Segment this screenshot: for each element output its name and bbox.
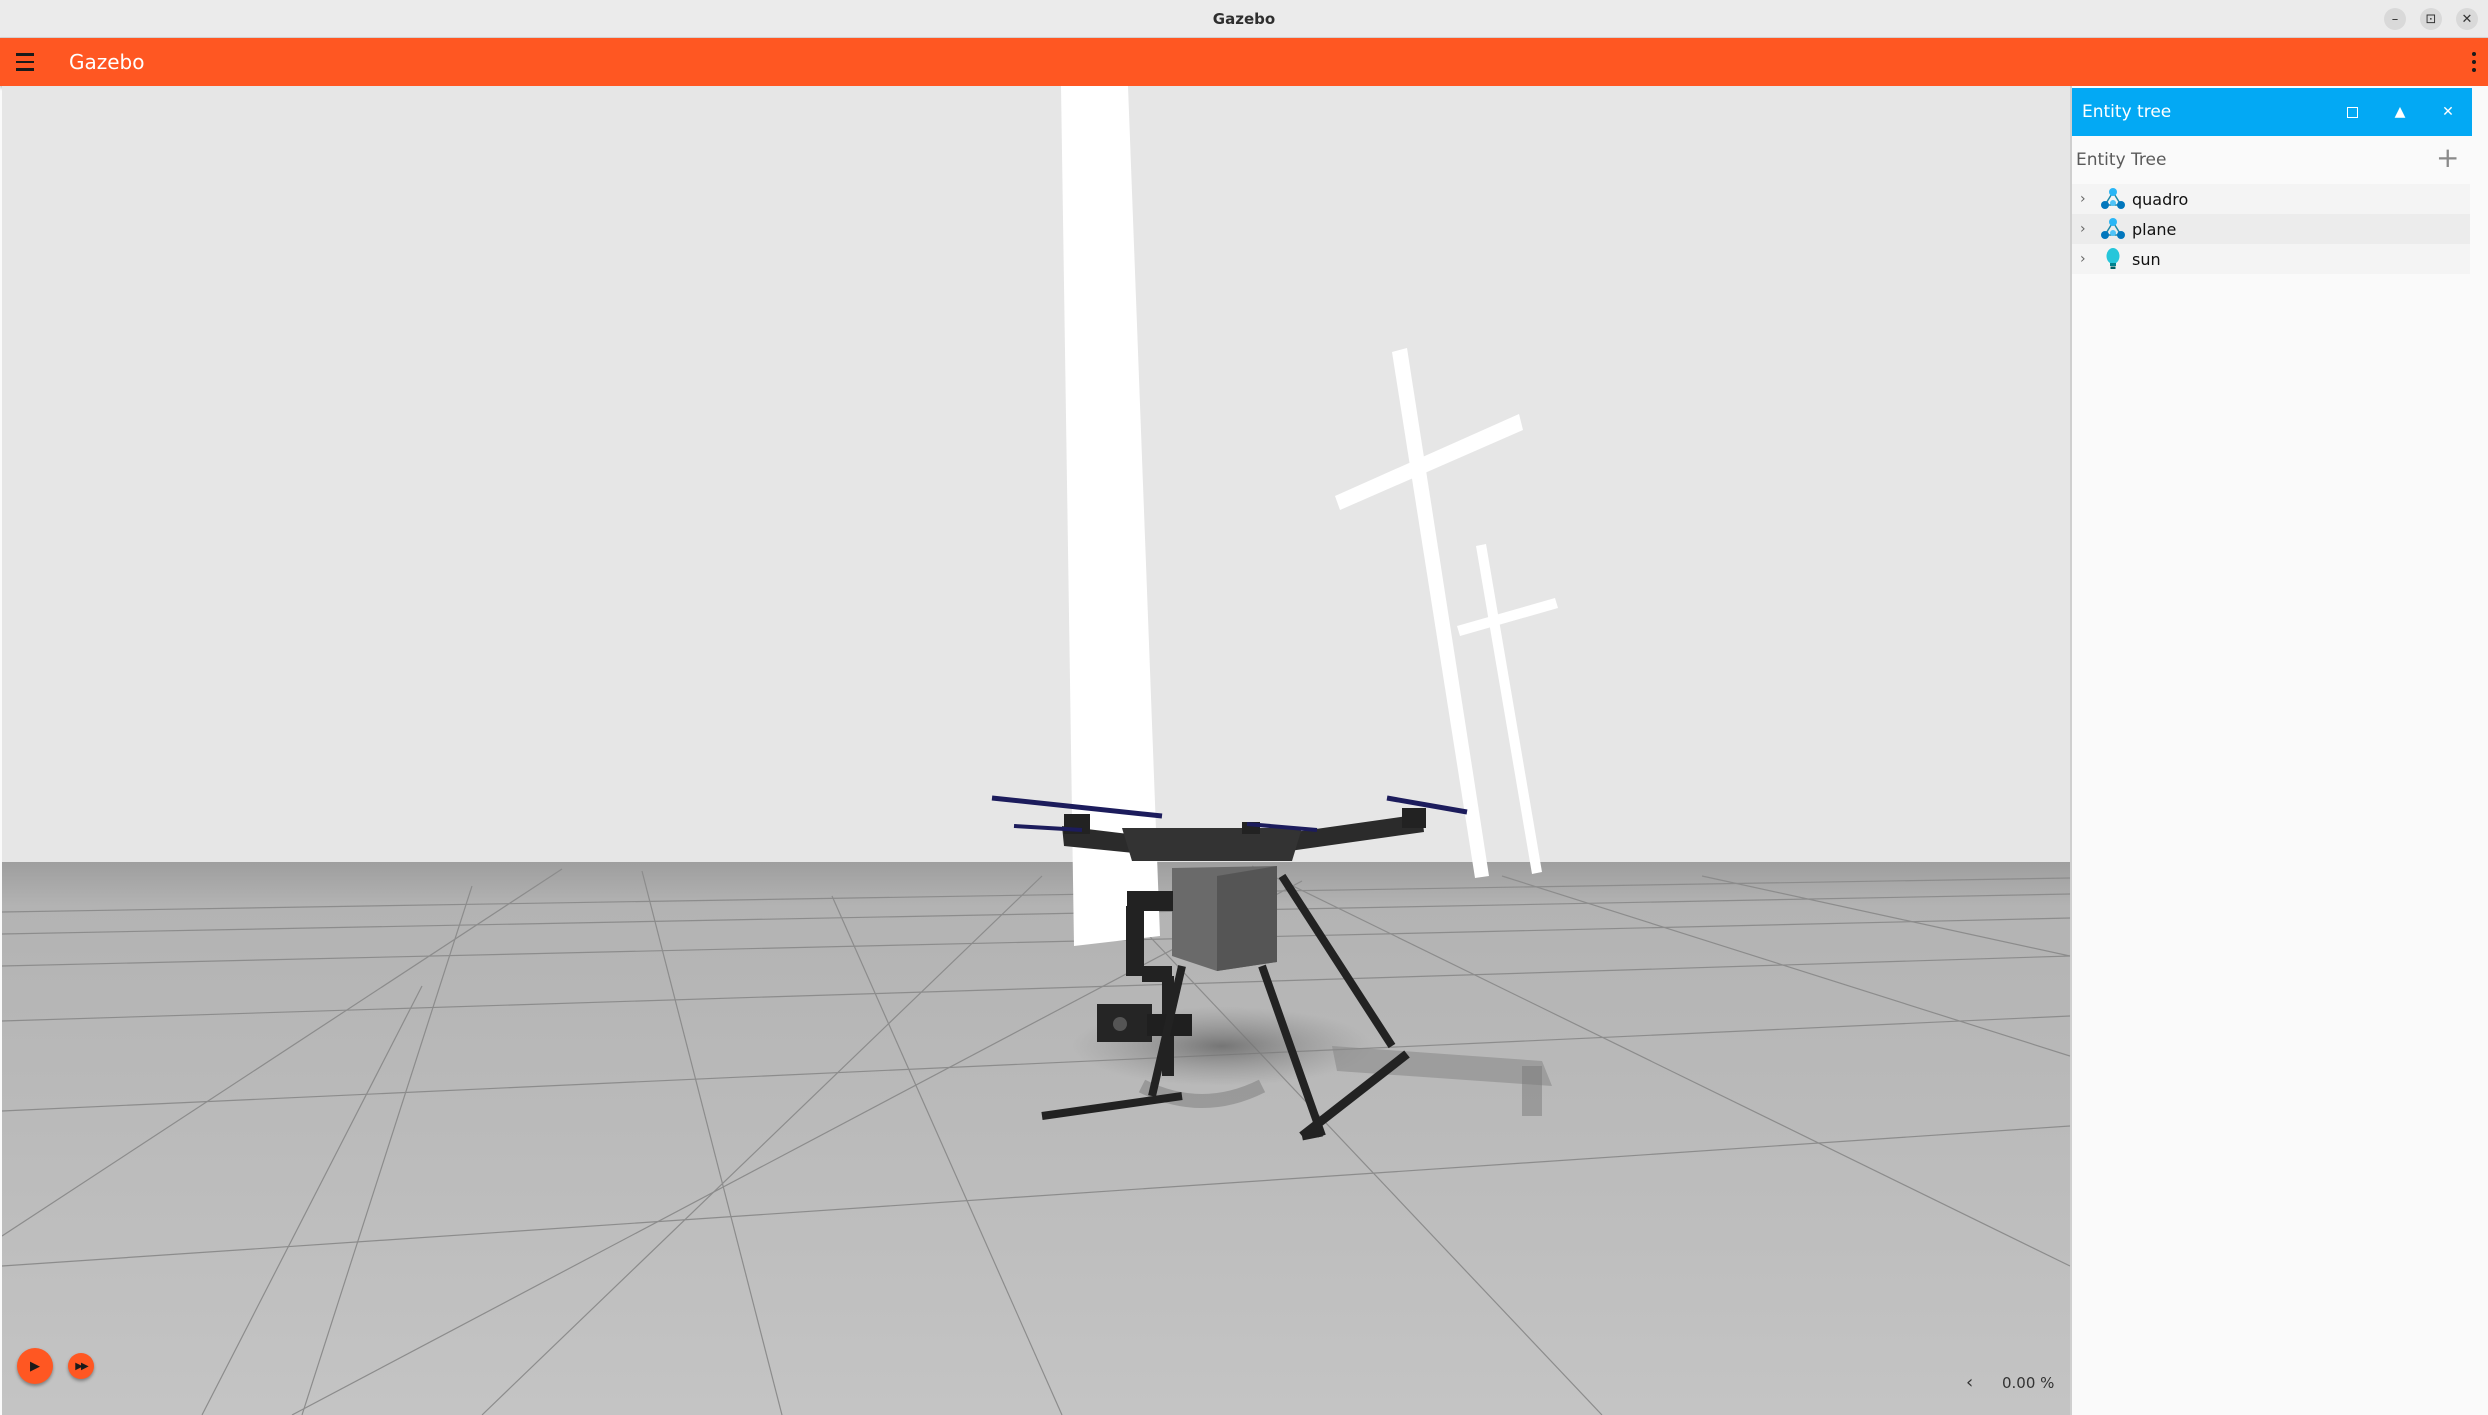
light-icon (2106, 248, 2120, 269)
chevron-right-icon[interactable]: › (2080, 191, 2100, 207)
sky (2, 86, 2070, 862)
step-forward-button[interactable]: ▶▶ (68, 1353, 94, 1379)
entity-list: › quadro › plane › sun (2072, 184, 2470, 274)
entity-label: plane (2132, 219, 2177, 239)
window-controls: – ⊡ ✕ (2384, 8, 2478, 30)
app-title: Gazebo (69, 50, 145, 74)
entity-tree-header: Entity tree ▲ ✕ (2072, 88, 2472, 136)
panel-collapse-button[interactable]: ▲ (2376, 88, 2424, 136)
entity-row-plane[interactable]: › plane (2072, 214, 2470, 244)
model-icon (2101, 188, 2125, 209)
play-button[interactable]: ▶ (17, 1348, 53, 1384)
panel-header-buttons: ▲ ✕ (2328, 88, 2472, 136)
panel-float-button[interactable] (2328, 88, 2376, 136)
scene-3d-view[interactable] (2, 86, 2070, 1415)
window-titlebar: Gazebo – ⊡ ✕ (0, 0, 2488, 38)
more-options-icon[interactable] (2472, 38, 2476, 86)
entity-label: sun (2132, 249, 2161, 269)
tree-title: Entity Tree (2076, 150, 2167, 170)
gazebo-window: Gazebo – ⊡ ✕ Gazebo ▶ ▶▶ ‹ 0.00 % Entity… (0, 0, 2488, 1415)
chevron-right-icon[interactable]: › (2080, 221, 2100, 237)
square-icon (2346, 106, 2358, 118)
scene-render (2, 86, 2070, 1415)
add-entity-icon[interactable]: + (2436, 144, 2459, 172)
entity-row-sun[interactable]: › sun (2072, 244, 2470, 274)
model-icon (2101, 218, 2125, 239)
menu-icon[interactable] (1, 38, 49, 86)
ground-plane (2, 862, 2070, 1415)
window-title: Gazebo (1212, 9, 1276, 28)
app-toolbar: Gazebo (0, 38, 2488, 86)
maximize-button[interactable]: ⊡ (2420, 8, 2442, 30)
panel-close-button[interactable]: ✕ (2424, 88, 2472, 136)
panel-title: Entity tree (2082, 102, 2172, 122)
rtf-expand-icon[interactable]: ‹ (1966, 1372, 1973, 1393)
entity-row-quadro[interactable]: › quadro (2072, 184, 2470, 214)
entity-tree-panel: Entity tree ▲ ✕ Entity Tree + › quadro ›… (2070, 86, 2488, 1415)
chevron-right-icon[interactable]: › (2080, 251, 2100, 267)
minimize-button[interactable]: – (2384, 8, 2406, 30)
entity-label: quadro (2132, 189, 2189, 209)
close-button[interactable]: ✕ (2456, 8, 2478, 30)
real-time-factor: 0.00 % (2002, 1374, 2055, 1392)
